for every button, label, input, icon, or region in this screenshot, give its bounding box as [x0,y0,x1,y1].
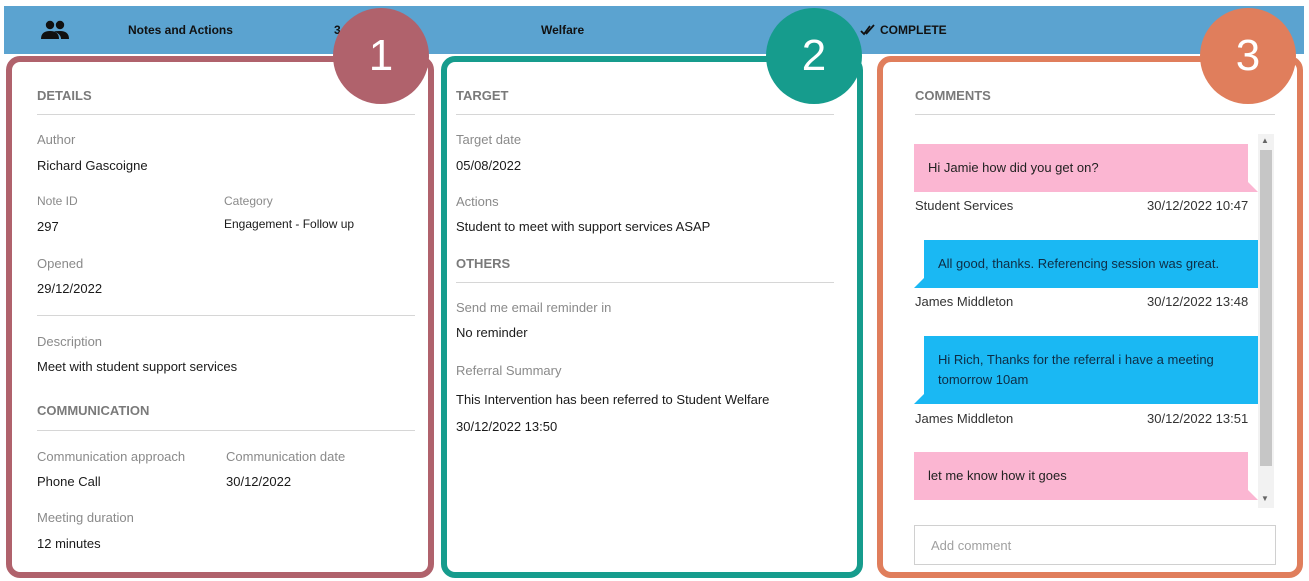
referral-summary-text: This Intervention has been referred to S… [456,392,770,407]
comment-bubble: Hi Rich, Thanks for the referral i have … [924,336,1258,404]
bubble-tail [914,392,926,404]
comment-time: 30/12/2022 10:47 [1147,198,1249,213]
notes-actions-tab[interactable]: Notes and Actions [128,23,233,37]
opened-label: Opened [37,256,84,271]
communication-date-value: 30/12/2022 [226,474,292,489]
note-id-label: Note ID [37,194,78,208]
comment-text: Hi Rich, Thanks for the referral i have … [938,352,1214,387]
communication-approach-value: Phone Call [37,474,101,489]
communication-section-title: COMMUNICATION [37,403,150,418]
referral-summary-date: 30/12/2022 13:50 [456,419,558,434]
description-value: Meet with student support services [37,359,238,374]
status-text: COMPLETE [880,23,947,37]
divider [37,114,415,115]
comment-text: let me know how it goes [928,468,1067,483]
divider [915,114,1275,115]
opened-value: 29/12/2022 [37,281,103,296]
comment-text: All good, thanks. Referencing session wa… [938,256,1220,271]
comments-scrollbar[interactable]: ▲ ▼ [1258,134,1274,508]
reminder-label: Send me email reminder in [456,300,612,315]
others-section-title: OTHERS [456,256,511,271]
target-date-label: Target date [456,132,522,147]
category-label: Welfare [541,23,585,37]
comment-bubble: All good, thanks. Referencing session wa… [924,240,1258,288]
bubble-tail [1246,488,1258,500]
comment-author: Student Services [915,198,1014,213]
category-value: Engagement - Follow up [224,217,355,231]
badge-3: 3 [1200,8,1296,104]
scrollbar-thumb[interactable] [1260,150,1272,466]
communication-date-label: Communication date [226,449,346,464]
divider [456,282,834,283]
add-comment-input[interactable] [914,525,1276,565]
category-label: Category [224,194,273,208]
status-complete: COMPLETE [860,23,947,37]
scroll-up-icon[interactable]: ▲ [1261,137,1269,145]
actions-label: Actions [456,194,499,209]
comment-time: 30/12/2022 13:51 [1147,411,1249,426]
comment-author: James Middleton [915,411,1014,426]
scroll-down-icon[interactable]: ▼ [1261,495,1269,503]
author-label: Author [37,132,76,147]
double-check-icon [860,24,875,36]
meeting-duration-label: Meeting duration [37,510,134,525]
target-section-title: TARGET [456,88,509,103]
author-value: Richard Gascoigne [37,158,148,173]
divider [37,430,415,431]
details-section-title: DETAILS [37,88,92,103]
note-id-value: 297 [37,219,59,234]
target-date-value: 05/08/2022 [456,158,522,173]
comment-time: 30/12/2022 13:48 [1147,294,1249,309]
people-icon [41,20,69,39]
communication-approach-label: Communication approach [37,449,186,464]
comment-text: Hi Jamie how did you get on? [928,160,1099,175]
comments-section-title: COMMENTS [915,88,991,103]
divider [37,315,415,316]
comment-bubble: Hi Jamie how did you get on? [914,144,1248,192]
bubble-tail [914,276,926,288]
description-label: Description [37,334,103,349]
meeting-duration-value: 12 minutes [37,536,101,551]
divider [456,114,834,115]
referral-summary-label: Referral Summary [456,363,562,378]
top-bar: Notes and Actions 3 Welfare COMPLETE [4,6,1304,54]
reminder-value[interactable]: No reminder [456,325,528,340]
comment-bubble: let me know how it goes [914,452,1248,500]
bubble-tail [1246,180,1258,192]
comment-author: James Middleton [915,294,1014,309]
badge-2: 2 [766,8,862,104]
badge-1: 1 [333,8,429,104]
actions-value: Student to meet with support services AS… [456,219,711,234]
